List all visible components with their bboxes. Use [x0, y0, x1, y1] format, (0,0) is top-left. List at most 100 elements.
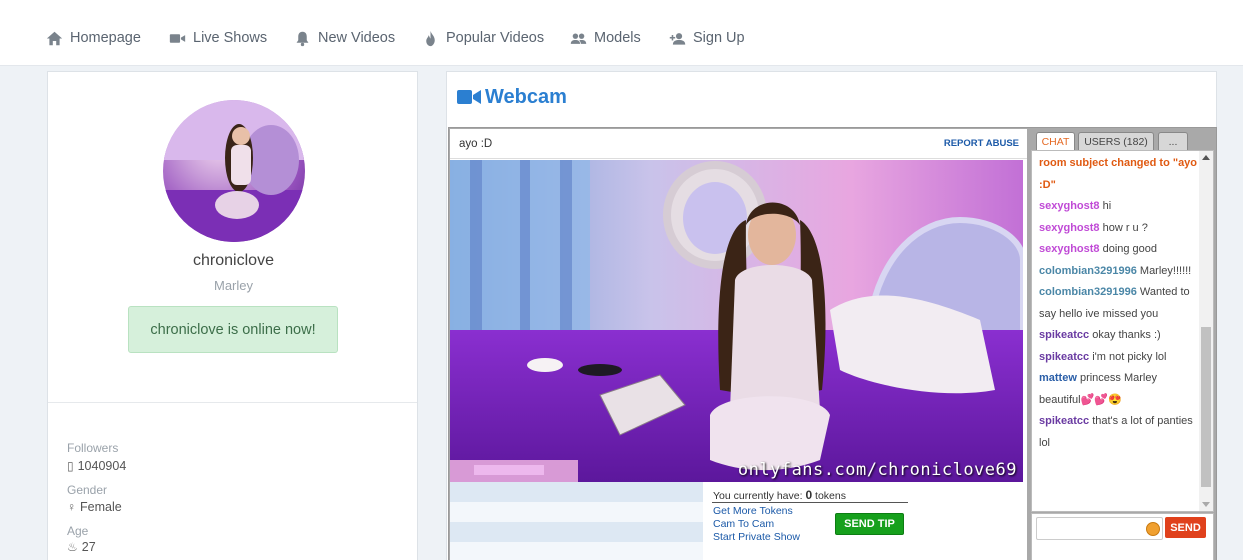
gender-value: ♀ Female — [67, 500, 122, 514]
followers-value: ▯ 1040904 — [67, 459, 126, 473]
video-stream[interactable]: onlyfans.com/chroniclove69 — [450, 160, 1023, 482]
start-private-show-link[interactable]: Start Private Show — [713, 531, 800, 543]
age-value: ♨ 27 — [67, 540, 96, 554]
nav-models-label: Models — [594, 30, 641, 46]
video-header: ayo :D REPORT ABUSE — [450, 129, 1027, 159]
token-balance: You currently have: 0 tokens — [713, 488, 846, 502]
chat-message-text: how r u ? — [1099, 221, 1148, 234]
footer-stripes — [450, 482, 703, 560]
chat-message: sexyghost8 how r u ? — [1039, 218, 1199, 240]
chat-message-text: okay thanks :) — [1089, 329, 1161, 341]
message-list: room subject changed to "ayo :D" sexyghos… — [1039, 153, 1199, 454]
chat-username[interactable]: mattew — [1039, 372, 1077, 384]
home-icon — [46, 31, 63, 45]
video-watermark: onlyfans.com/chroniclove69 — [737, 460, 1017, 480]
chat-message: colombian3291996 Marley!!!!!! — [1039, 261, 1199, 283]
scroll-up-icon[interactable] — [1202, 155, 1210, 160]
tokens-prefix: You currently have: — [713, 490, 803, 502]
nav-new-videos[interactable]: New Videos — [294, 28, 395, 48]
chat-username[interactable]: colombian3291996 — [1039, 265, 1137, 277]
nav-live-shows[interactable]: Live Shows — [169, 28, 267, 48]
profile-divider — [48, 402, 417, 403]
user-plus-icon — [669, 32, 686, 45]
chat-username[interactable]: sexyghost8 — [1039, 243, 1100, 255]
send-tip-button[interactable]: SEND TIP — [835, 513, 904, 535]
avatar-image — [163, 100, 305, 242]
stripe — [450, 542, 703, 560]
gender-text: Female — [80, 500, 122, 514]
chat-message: sexyghost8 doing good — [1039, 239, 1199, 261]
chat-username[interactable]: spikeatcc — [1039, 415, 1089, 427]
nav-homepage[interactable]: Homepage — [46, 28, 141, 48]
nav-models[interactable]: Models — [570, 28, 641, 48]
chat-message: spikeatcc that's a lot of panties lol — [1039, 411, 1199, 454]
chat-message: colombian3291996 Wanted to say hello ive… — [1039, 282, 1199, 325]
avatar[interactable] — [163, 100, 305, 242]
chat-username[interactable]: sexyghost8 — [1039, 222, 1100, 234]
online-status-badge: chroniclove is online now! — [128, 306, 338, 353]
video-footer: You currently have: 0 tokens Get More To… — [450, 482, 1027, 560]
top-nav: Homepage Live Shows New Videos Popular V… — [0, 0, 1243, 66]
send-button[interactable]: SEND — [1165, 517, 1206, 538]
stripe — [450, 482, 703, 502]
scroll-down-icon[interactable] — [1202, 502, 1210, 507]
profile-card: chroniclove Marley chroniclove is online… — [47, 71, 418, 560]
chat-message-text: Marley!!!!!! — [1136, 264, 1192, 277]
chat-message-text: hi — [1099, 200, 1112, 212]
nav-popular-videos-label: Popular Videos — [446, 30, 545, 46]
video-camera-icon — [457, 90, 481, 104]
birthday-cake-icon: ♨ — [67, 540, 78, 554]
chat-message-text: i'm not picky lol — [1089, 350, 1167, 363]
webcam-heading: Webcam — [457, 85, 567, 109]
chat-panel: CHAT USERS (182) ... room subject change… — [1030, 128, 1216, 560]
get-more-tokens-link[interactable]: Get More Tokens — [713, 505, 793, 517]
chat-username[interactable]: spikeatcc — [1039, 329, 1089, 341]
webcam-title-text: Webcam — [485, 85, 567, 108]
followers-count: 1040904 — [77, 459, 127, 473]
nav-sign-up[interactable]: Sign Up — [669, 28, 745, 48]
video-panel: ayo :D REPORT ABUSE onlyfans.com/chronic… — [450, 129, 1027, 560]
stripe — [450, 502, 703, 522]
nav-new-videos-label: New Videos — [318, 30, 396, 46]
chat-username[interactable]: spikeatcc — [1039, 351, 1089, 363]
video-camera-icon — [169, 33, 186, 43]
system-message-text: room subject changed to "ayo :D" — [1039, 157, 1198, 191]
tab-users[interactable]: USERS (182) — [1078, 132, 1154, 150]
nav-sign-up-label: Sign Up — [693, 30, 745, 46]
chat-scrollbar[interactable] — [1199, 151, 1213, 511]
room-subject: ayo :D — [459, 138, 493, 150]
chat-messages[interactable]: room subject changed to "ayo :D" sexyghos… — [1031, 150, 1214, 512]
profile-username: chroniclove — [193, 252, 274, 269]
age-text: 27 — [81, 540, 96, 554]
chat-message-text: doing good — [1099, 243, 1158, 255]
gender-label: Gender — [67, 483, 108, 497]
emoji-icon[interactable] — [1146, 522, 1160, 536]
tokens-suffix: tokens — [815, 490, 846, 502]
followers-label: Followers — [67, 441, 119, 455]
chat-message: spikeatcc i'm not picky lol — [1039, 347, 1199, 369]
cam-to-cam-link[interactable]: Cam To Cam — [713, 518, 774, 530]
chat-message: room subject changed to "ayo :D" — [1039, 153, 1199, 196]
chat-username[interactable]: colombian3291996 — [1039, 286, 1137, 298]
phone-icon: ▯ — [67, 459, 74, 473]
chat-username[interactable]: sexyghost8 — [1039, 200, 1100, 212]
report-abuse-link[interactable]: REPORT ABUSE — [944, 138, 1019, 149]
age-label: Age — [67, 524, 89, 538]
female-icon: ♀ — [67, 500, 76, 514]
chat-message: spikeatcc okay thanks :) — [1039, 325, 1199, 347]
chat-input[interactable] — [1036, 517, 1163, 540]
tab-chat[interactable]: CHAT — [1036, 132, 1075, 150]
stripe — [450, 522, 703, 542]
nav-live-shows-label: Live Shows — [193, 30, 268, 46]
chat-message: sexyghost8 hi — [1039, 196, 1199, 218]
scroll-thumb[interactable] — [1201, 327, 1211, 487]
profile-realname: Marley — [213, 278, 253, 293]
tokens-underline — [712, 502, 908, 503]
bell-icon — [296, 31, 309, 46]
chat-input-area: SEND — [1031, 513, 1214, 560]
tab-more[interactable]: ... — [1158, 132, 1188, 150]
users-icon — [570, 32, 587, 44]
fire-icon — [426, 30, 435, 46]
nav-homepage-label: Homepage — [70, 30, 141, 46]
nav-popular-videos[interactable]: Popular Videos — [422, 28, 544, 48]
